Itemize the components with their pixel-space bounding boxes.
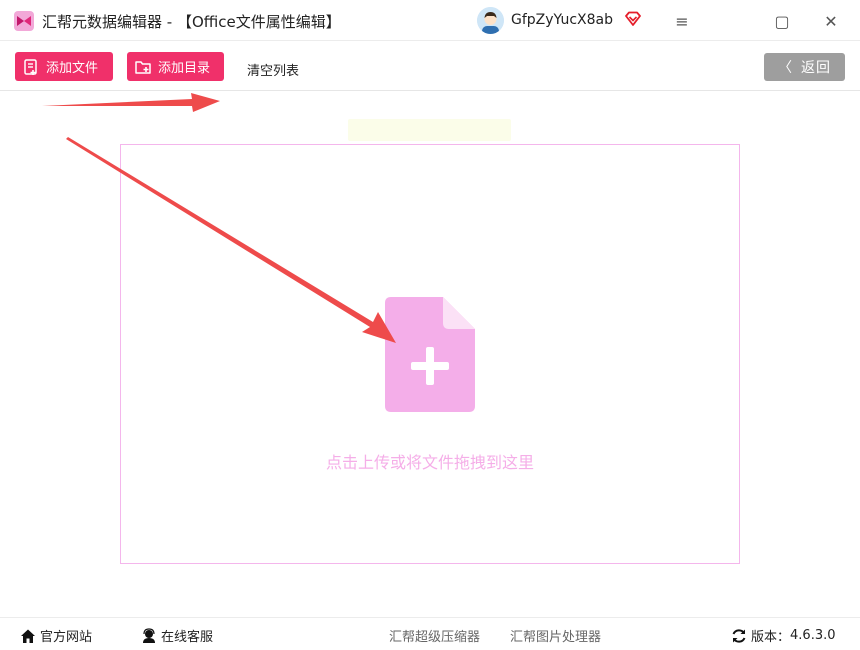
chevron-left-icon: 〈: [778, 60, 793, 76]
add-file-button[interactable]: 添加文件: [15, 52, 113, 81]
menu-icon[interactable]: ≡: [671, 10, 693, 32]
online-support-link[interactable]: 在线客服: [141, 626, 213, 645]
app-logo-icon: [14, 11, 34, 31]
add-directory-button[interactable]: 添加目录: [127, 52, 224, 81]
refresh-icon: [731, 628, 747, 644]
version-number: 4.6.3.0: [790, 628, 836, 643]
file-drop-zone[interactable]: 点击上传或将文件拖拽到这里: [120, 144, 740, 564]
file-add-icon[interactable]: [385, 297, 475, 412]
clear-list-button[interactable]: 清空列表: [247, 60, 299, 79]
close-icon[interactable]: ✕: [820, 10, 842, 32]
status-bar: 官方网站 在线客服 汇帮超级压缩器 汇帮图片处理器 版本： 4.6.3.0: [0, 617, 860, 650]
version-prefix: 版本：: [751, 630, 791, 645]
drop-hint-text: 点击上传或将文件拖拽到这里: [325, 453, 534, 472]
username[interactable]: GfpZyYucX8ab: [511, 12, 613, 28]
version-info[interactable]: 版本： 4.6.3.0: [731, 626, 836, 645]
add-file-icon: [22, 58, 40, 76]
official-website-link[interactable]: 官方网站: [20, 626, 92, 645]
back-label: 返回: [801, 60, 831, 76]
home-icon: [20, 628, 36, 644]
customer-service-icon: [141, 627, 157, 644]
toolbar: 添加文件 添加目录 清空列表 〈 返回: [0, 41, 860, 91]
annotation-arrow-horizontal: [42, 93, 220, 112]
online-support-label: 在线客服: [161, 630, 214, 645]
window-title: 汇帮元数据编辑器 - 【Office文件属性编辑】: [42, 13, 341, 31]
add-folder-icon: [134, 58, 152, 76]
add-file-label: 添加文件: [46, 61, 99, 76]
super-compressor-link[interactable]: 汇帮超级压缩器: [389, 626, 480, 645]
image-processor-link[interactable]: 汇帮图片处理器: [510, 626, 601, 645]
title-bar: 汇帮元数据编辑器 - 【Office文件属性编辑】 GfpZyYucX8ab ≡…: [0, 0, 860, 41]
maximize-icon[interactable]: ▢: [771, 10, 793, 32]
vip-diamond-icon[interactable]: [624, 11, 642, 27]
ghost-label-placeholder: [348, 119, 511, 141]
back-button[interactable]: 〈 返回: [764, 53, 845, 81]
avatar[interactable]: [477, 7, 504, 34]
add-directory-label: 添加目录: [158, 61, 211, 76]
official-website-label: 官方网站: [40, 630, 93, 645]
